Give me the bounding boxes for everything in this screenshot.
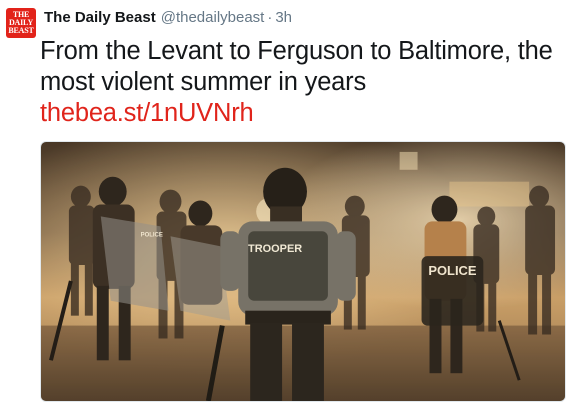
avatar-logo-text: THE DAILY BEAST xyxy=(8,10,34,35)
tweet-timestamp[interactable]: 3h xyxy=(275,9,292,26)
tweet-card[interactable]: THE DAILY BEAST The Daily Beast @thedail… xyxy=(0,0,576,408)
tweet-text: From the Levant to Ferguson to Baltimore… xyxy=(40,37,553,96)
author-handle[interactable]: @thedailybeast xyxy=(161,9,265,26)
riot-police-photo: POLICE POLICE TROOPER xyxy=(41,142,565,401)
avatar[interactable]: THE DAILY BEAST xyxy=(6,8,36,38)
tweet-photo[interactable]: POLICE POLICE TROOPER xyxy=(40,141,566,402)
author-name[interactable]: The Daily Beast xyxy=(44,9,156,26)
tweet-link[interactable]: thebea.st/1nUVNrh xyxy=(40,98,254,129)
tweet-header: The Daily Beast @thedailybeast · 3h xyxy=(44,9,292,31)
header-separator: · xyxy=(267,9,273,26)
